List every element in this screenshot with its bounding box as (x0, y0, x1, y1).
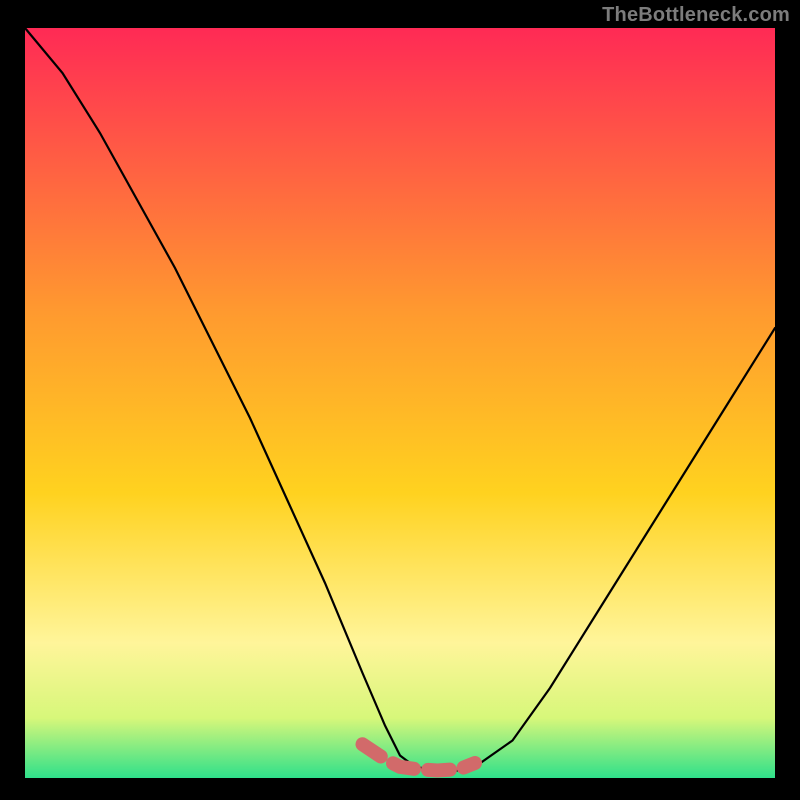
plot-background (25, 28, 775, 778)
chart-frame: { "attribution": "TheBottleneck.com", "c… (0, 0, 800, 800)
attribution-text: TheBottleneck.com (602, 4, 790, 27)
bottleneck-chart (0, 0, 800, 800)
